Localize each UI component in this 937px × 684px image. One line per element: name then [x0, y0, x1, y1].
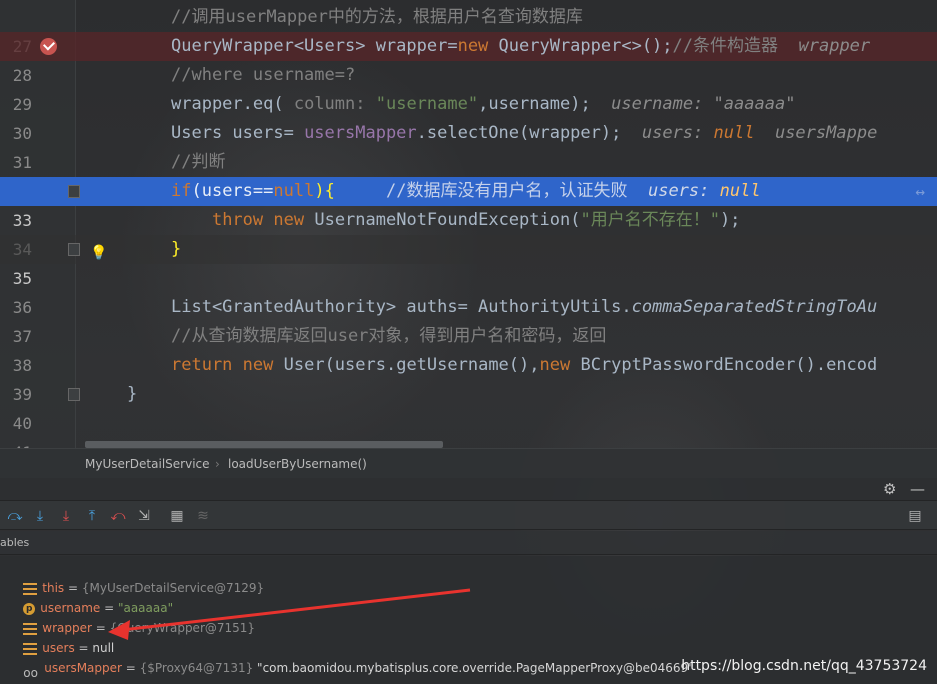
code-editor[interactable]: 27 //调用userMapper中的方法，根据用户名查询数据库 28 Quer… [0, 0, 937, 448]
code-text: BCryptPasswordEncoder().encod [570, 355, 878, 375]
keyword-null: null [273, 181, 315, 201]
chevron-right-icon: › [215, 457, 220, 471]
string-literal: "用户名不存在！" [580, 210, 720, 230]
code-line-33-execution-point[interactable]: 33 if(users==null){ //数据库没有用户名，认证失败 user… [0, 177, 937, 230]
variable-row[interactable]: users = null [8, 618, 114, 655]
trace-current-stream-icon[interactable]: ≋ [195, 507, 211, 525]
code-line-28[interactable]: 28 QueryWrapper<Users> wrapper=new Query… [0, 32, 937, 85]
code-line-32[interactable]: 32 //判断 [0, 148, 937, 201]
variables-title: ables [0, 536, 30, 549]
step-over-icon[interactable]: ⤓ [32, 507, 48, 525]
code-text: QueryWrapper<>(); [488, 36, 673, 56]
variable-value: {QueryWrapper@7151} [109, 621, 256, 635]
code-text: List<GrantedAuthority> auths= AuthorityU… [171, 297, 632, 317]
code-text: ,username); [478, 94, 591, 114]
code-text: ); [719, 210, 741, 230]
breakpoint-icon[interactable] [40, 38, 57, 55]
variable-row[interactable]: this = {MyUserDetailService@7129} [8, 558, 264, 595]
code-line-30[interactable]: 30 wrapper.eq( column: "username",userna… [0, 90, 937, 143]
variable-equals: = [121, 661, 140, 675]
string-literal: "username" [375, 94, 479, 114]
fold-icon[interactable] [68, 388, 80, 401]
inline-debug-name: users: [647, 181, 710, 201]
watch-glasses-icon: oo [23, 665, 38, 680]
code-text: Users users= [171, 123, 305, 143]
closing-brace: } [171, 239, 182, 259]
code-comment: //条件构造器 [672, 36, 779, 56]
code-line-40[interactable]: 40 } [0, 380, 937, 433]
variable-name: usersMapper [44, 661, 122, 675]
step-into-icon[interactable]: ⤓ [58, 507, 74, 525]
horizontal-scrollbar[interactable] [85, 441, 443, 448]
keyword-new: new [457, 36, 489, 56]
inline-debug-value: null [713, 123, 755, 143]
keyword-throw: throw [211, 210, 264, 230]
code-line-37[interactable]: 37 List<GrantedAuthority> auths= Authori… [0, 293, 937, 346]
code-text: User(users.getUsername(), [273, 355, 540, 375]
code-comment: //从查询数据库返回user对象，得到用户名和密码，返回 [171, 326, 607, 346]
fold-icon[interactable] [68, 243, 80, 256]
inline-debug-name: users: [641, 123, 704, 143]
evaluate-expression-icon[interactable]: ▦ [169, 507, 185, 525]
closing-brace: } [127, 384, 138, 404]
step-out-icon[interactable]: ⤒ [84, 507, 100, 525]
variable-row[interactable]: wrapper = {QueryWrapper@7151} [8, 598, 255, 635]
inline-debug-value: "aaaaaa" [713, 94, 796, 114]
code-line-36[interactable]: 36 [0, 264, 937, 317]
keyword-new: new [539, 355, 571, 375]
variable-tostring: "com.baomidou.mybatisplus.core.override.… [253, 661, 694, 675]
code-line-39[interactable]: 39 return new User(users.getUsername(),n… [0, 351, 937, 404]
keyword-new: new [242, 355, 274, 375]
code-line-34[interactable]: 34 throw new UsernameNotFoundException("… [0, 206, 937, 259]
code-text: ){ [314, 181, 335, 201]
watermark: https://blog.csdn.net/qq_43753724 [681, 658, 927, 674]
field-reference: usersMapper [304, 123, 417, 143]
inline-debug-value: null [719, 181, 761, 201]
static-method-call: commaSeparatedStringToAu [631, 297, 878, 317]
code-line-31[interactable]: 31 Users users= usersMapper.selectOne(wr… [0, 119, 937, 172]
inline-debug-value: wrapper [798, 36, 871, 56]
keyword-return: return [171, 355, 233, 375]
code-comment: //where username=? [171, 65, 356, 85]
code-line-38[interactable]: 38 //从查询数据库返回user对象，得到用户名和密码，返回 [0, 322, 937, 375]
run-to-cursor-icon[interactable]: ⇲ [136, 507, 152, 525]
breadcrumb: MyUserDetailService › loadUserByUsername… [0, 448, 937, 478]
keyword-if: if [171, 181, 192, 201]
code-comment: //调用userMapper中的方法，根据用户名查询数据库 [171, 7, 583, 27]
code-line-27[interactable]: 27 //调用userMapper中的方法，根据用户名查询数据库 [0, 3, 937, 56]
drop-frame-icon[interactable]: ⤺ [110, 507, 126, 525]
minimize-icon[interactable]: — [910, 480, 925, 498]
parameter-hint: column: [293, 94, 366, 114]
code-comment: //判断 [171, 152, 226, 172]
variable-value: {$Proxy64@7131} [139, 661, 254, 675]
inline-debug-name: usersMappe [774, 123, 878, 143]
code-text: .selectOne(wrapper); [416, 123, 622, 143]
code-text: wrapper.eq( [171, 94, 294, 114]
keyword-new: new [273, 210, 305, 230]
show-execution-point-icon[interactable]: ⤼ [7, 507, 23, 525]
arrow-right-icon: ↔ [915, 182, 925, 201]
debug-panel-header: ⚙ — [0, 478, 937, 500]
code-text: UsernameNotFoundException( [304, 210, 581, 230]
code-line-35-current[interactable]: 35 💡 } [0, 235, 937, 288]
line-number: 41 [8, 438, 32, 448]
breadcrumb-method[interactable]: loadUserByUsername() [228, 449, 367, 479]
code-text: QueryWrapper<Users> wrapper= [171, 36, 458, 56]
gear-icon[interactable]: ⚙ [883, 480, 896, 498]
code-line-41[interactable]: 41 [0, 409, 937, 448]
breadcrumb-class[interactable]: MyUserDetailService [85, 449, 210, 479]
variable-row[interactable]: p username = "aaaaaa" [8, 578, 173, 615]
code-line-29[interactable]: 29 //where username=? [0, 61, 937, 114]
fold-icon[interactable] [68, 185, 80, 198]
debug-toolbar: ⤼ ⤓ ⤓ ⤒ ⤺ ⇲ ▦ ≋ ▤ [0, 500, 937, 530]
code-text: (users== [191, 181, 274, 201]
layout-settings-icon[interactable]: ▤ [907, 507, 923, 525]
inline-debug-name: username: [611, 94, 704, 114]
code-comment: //数据库没有用户名，认证失败 [386, 181, 628, 201]
variable-row[interactable]: oo usersMapper = {$Proxy64@7131} "com.bao… [8, 638, 693, 680]
variables-panel-header: ables [0, 531, 937, 555]
